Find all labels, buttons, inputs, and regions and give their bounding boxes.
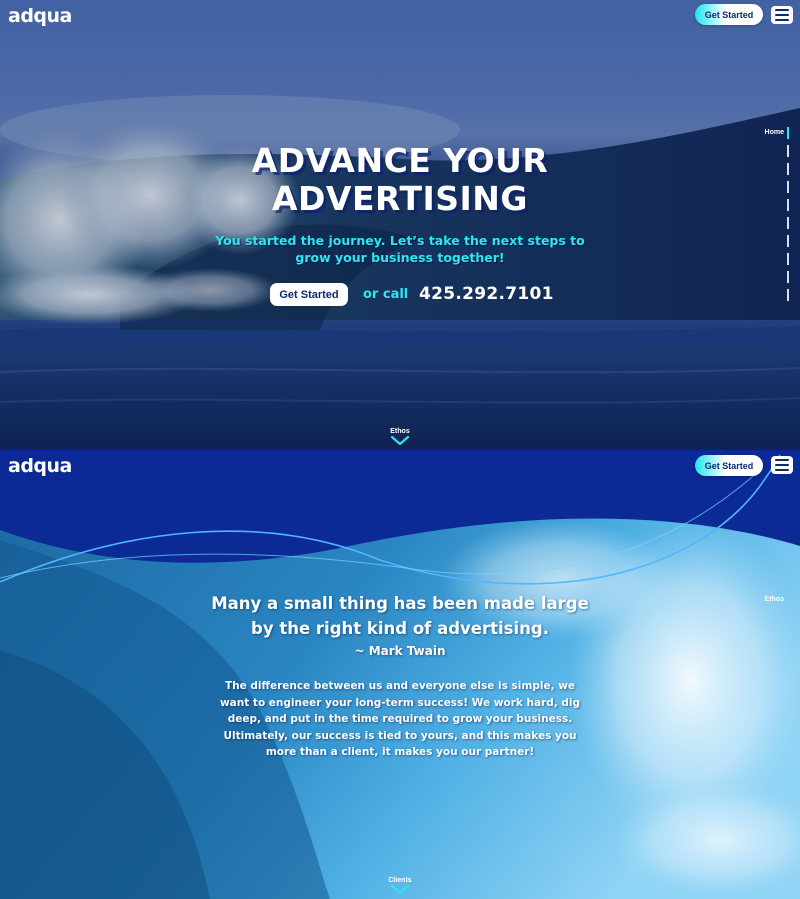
- side-nav-label-ethos[interactable]: Ethos: [750, 596, 784, 603]
- header-get-started-button[interactable]: Get Started: [695, 4, 763, 25]
- hero-subtitle-line2: grow your business together!: [295, 250, 505, 265]
- rail-dot[interactable]: [787, 235, 789, 247]
- menu-bar: [775, 459, 789, 461]
- or-call-text: or call: [363, 287, 409, 302]
- rail-dot[interactable]: [787, 271, 789, 283]
- chevron-down-icon: [391, 436, 409, 445]
- section-side-nav: Ethos: [750, 596, 790, 603]
- quote-line1: Many a small thing has been made large: [211, 594, 589, 613]
- ethos-body-text: The difference between us and everyone e…: [219, 680, 580, 758]
- rail-dot[interactable]: [787, 289, 789, 301]
- phone-link[interactable]: 425.292.7101: [419, 284, 554, 304]
- quote-line2: by the right kind of advertising.: [251, 619, 549, 638]
- hero-subtitle-line1: You started the journey. Let’s take the …: [215, 233, 585, 248]
- ethos-section: adqua Get Started Many a small thing has…: [0, 450, 800, 899]
- menu-bar: [775, 469, 789, 471]
- twain-quote: Many a small thing has been made large b…: [0, 591, 800, 641]
- rail-dot[interactable]: [787, 253, 789, 265]
- blue-wave-photo: [0, 450, 800, 899]
- scroll-label: Clients: [388, 877, 412, 884]
- hero-title-line2: ADVERTISING: [272, 179, 528, 218]
- side-nav-label-home[interactable]: Home: [750, 129, 784, 136]
- rail-dot[interactable]: [787, 163, 789, 175]
- menu-bar: [775, 19, 789, 21]
- adqua-logo[interactable]: adqua: [8, 5, 72, 27]
- hero-get-started-button[interactable]: Get Started: [270, 283, 348, 306]
- rail-dot-home[interactable]: [787, 127, 789, 139]
- scroll-label: Ethos: [390, 428, 410, 435]
- hero-title-line1: ADVANCE YOUR: [251, 141, 549, 180]
- chevron-down-icon: [391, 885, 409, 894]
- menu-bar: [775, 14, 789, 16]
- hamburger-menu-icon[interactable]: [771, 6, 793, 24]
- rail-dot[interactable]: [787, 217, 789, 229]
- hamburger-menu-icon[interactable]: [771, 456, 793, 474]
- menu-bar: [775, 464, 789, 466]
- hero-title: ADVANCE YOUR ADVERTISING: [0, 142, 800, 218]
- rail-dot[interactable]: [787, 199, 789, 211]
- adqua-logo[interactable]: adqua: [8, 455, 72, 477]
- rail-dot[interactable]: [787, 145, 789, 157]
- scroll-to-ethos[interactable]: Ethos: [380, 428, 420, 445]
- rail-dot[interactable]: [787, 181, 789, 193]
- scroll-to-clients[interactable]: Clients: [380, 877, 420, 894]
- hero-actions: Get Started or call 425.292.7101: [0, 283, 800, 307]
- header-get-started-button[interactable]: Get Started: [695, 455, 763, 476]
- section-progress-rail: [787, 127, 789, 307]
- hero-overlay: [0, 0, 800, 450]
- hero-section: adqua Get Started ADVANCE YOUR ADVERTISI…: [0, 0, 800, 450]
- hero-subtitle: You started the journey. Let’s take the …: [0, 232, 800, 266]
- menu-bar: [775, 9, 789, 11]
- section-side-nav: Home: [750, 129, 790, 136]
- quote-author: ~ Mark Twain: [354, 644, 446, 658]
